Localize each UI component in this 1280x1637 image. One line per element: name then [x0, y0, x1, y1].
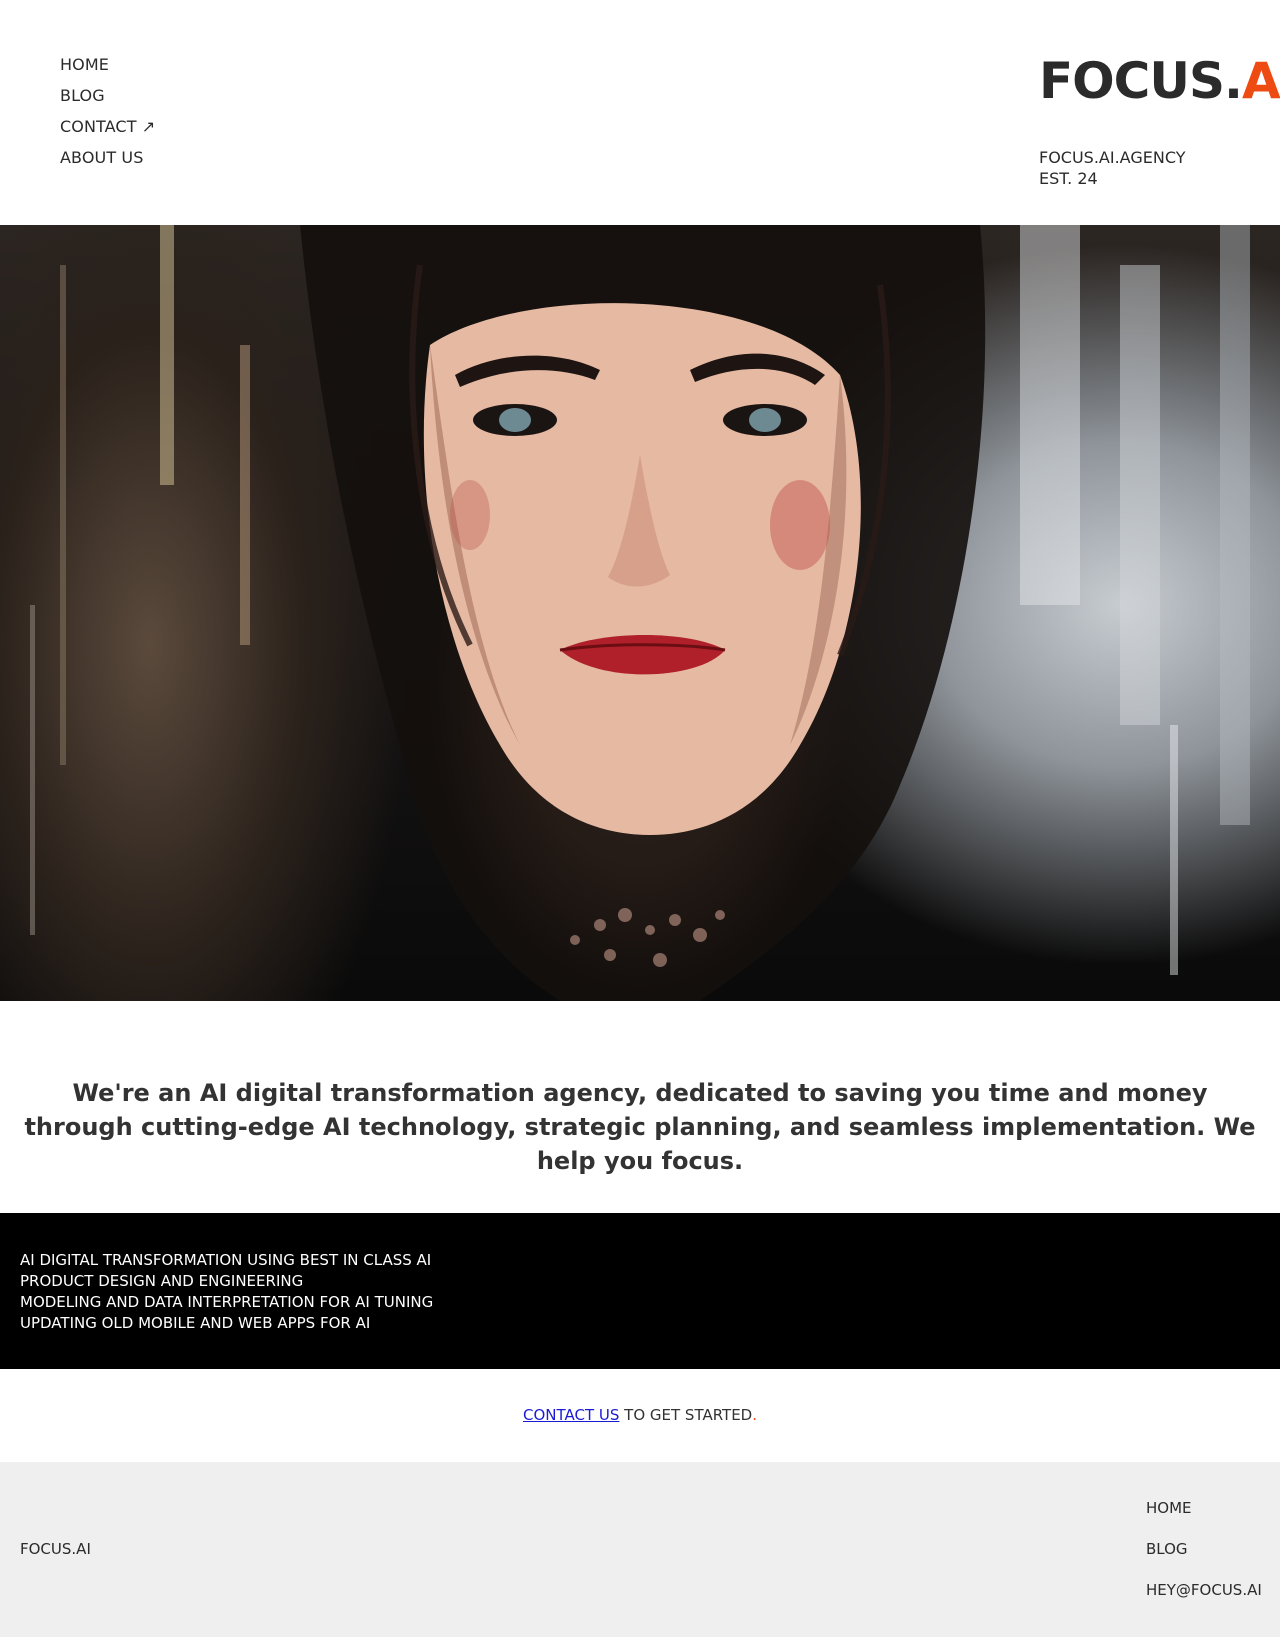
nav-item-blog[interactable]: BLOG	[60, 86, 155, 117]
contact-us-link[interactable]: CONTACT US	[523, 1406, 619, 1424]
footer-brand[interactable]: FOCUS.AI	[20, 1540, 91, 1558]
service-item: UPDATING OLD MOBILE AND WEB APPS FOR AI	[20, 1314, 371, 1332]
nav-link-home[interactable]: HOME	[60, 55, 109, 74]
service-item: MODELING AND DATA INTERPRETATION FOR AI …	[20, 1293, 434, 1311]
logo-main: FOCUS.	[1039, 52, 1243, 110]
site-logo[interactable]: FOCUS.AI	[1039, 52, 1280, 110]
cta-text: TO GET STARTED	[619, 1406, 753, 1424]
nav-link-blog[interactable]: BLOG	[60, 86, 105, 105]
footer-link-home[interactable]: HOME	[1146, 1499, 1262, 1540]
cta-period: .	[752, 1406, 758, 1424]
site-footer: FOCUS.AI HOME BLOG HEY@FOCUS.AI	[0, 1462, 1280, 1637]
nav-link-about[interactable]: ABOUT US	[60, 148, 143, 167]
main-nav: HOME BLOG CONTACT ↗ ABOUT US	[60, 55, 155, 179]
service-item: AI DIGITAL TRANSFORMATION USING BEST IN …	[20, 1251, 432, 1269]
page: HOME BLOG CONTACT ↗ ABOUT US FOCUS.AI FO…	[0, 0, 1280, 1637]
site-header: HOME BLOG CONTACT ↗ ABOUT US FOCUS.AI FO…	[0, 0, 1280, 225]
call-to-action: CONTACT US TO GET STARTED.	[0, 1406, 1280, 1424]
hero-image	[0, 225, 1280, 1001]
footer-links: HOME BLOG HEY@FOCUS.AI	[1146, 1499, 1262, 1622]
agency-domain: FOCUS.AI.AGENCY	[1039, 148, 1186, 167]
footer-link-email[interactable]: HEY@FOCUS.AI	[1146, 1581, 1262, 1622]
services-panel: AI DIGITAL TRANSFORMATION USING BEST IN …	[0, 1213, 1280, 1369]
intro-statement: We're an AI digital transformation agenc…	[24, 1079, 1256, 1175]
nav-item-home[interactable]: HOME	[60, 55, 155, 86]
footer-link-blog[interactable]: BLOG	[1146, 1540, 1262, 1581]
agency-established: EST. 24	[1039, 169, 1098, 188]
nav-item-contact[interactable]: CONTACT ↗	[60, 117, 155, 148]
service-item: PRODUCT DESIGN AND ENGINEERING	[20, 1272, 304, 1290]
nav-link-contact[interactable]: CONTACT ↗	[60, 117, 155, 136]
nav-item-about[interactable]: ABOUT US	[60, 148, 155, 179]
services-list: AI DIGITAL TRANSFORMATION USING BEST IN …	[20, 1250, 1260, 1334]
agency-meta: FOCUS.AI.AGENCY EST. 24	[1039, 147, 1185, 189]
logo-accent: AI	[1241, 52, 1280, 110]
hero-painting	[30, 225, 1250, 1001]
